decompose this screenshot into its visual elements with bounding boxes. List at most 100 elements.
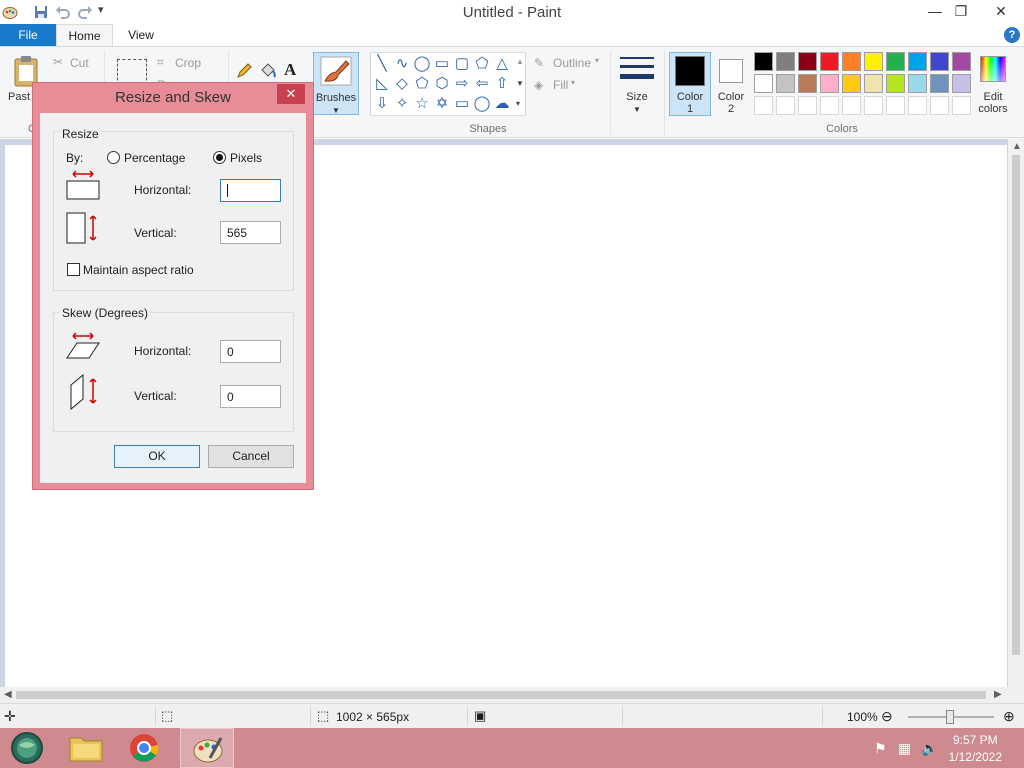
percentage-radio[interactable] <box>107 151 120 164</box>
edit-colors-label-line2[interactable]: colors <box>974 103 1012 116</box>
palette-swatch[interactable] <box>886 52 905 71</box>
vertical-scroll-thumb[interactable] <box>1012 155 1020 655</box>
pixels-radio[interactable] <box>213 151 226 164</box>
cut-button[interactable]: Cut <box>70 56 89 70</box>
fill-dropdown-icon[interactable]: ▾ <box>571 78 575 87</box>
maintain-aspect-ratio-label[interactable]: Maintain aspect ratio <box>83 263 194 277</box>
pixels-label[interactable]: Pixels <box>230 151 262 165</box>
size-icon[interactable] <box>620 55 654 85</box>
diamond-shape-icon[interactable]: ◇ <box>393 75 411 93</box>
ok-button[interactable]: OK <box>114 445 200 468</box>
four-point-star-shape-icon[interactable]: ✧ <box>393 95 411 113</box>
triangle-shape-icon[interactable]: △ <box>493 55 511 73</box>
chrome-button[interactable] <box>118 728 172 768</box>
cloud-callout-shape-icon[interactable]: ☁ <box>493 95 511 113</box>
oval-shape-icon[interactable]: ◯ <box>413 55 431 73</box>
brushes-dropdown-icon[interactable]: ▼ <box>313 104 359 117</box>
palette-swatch[interactable] <box>798 74 817 93</box>
restore-button[interactable]: ❐ <box>946 0 976 22</box>
polygon-shape-icon[interactable]: ⬠ <box>473 55 491 73</box>
outline-button[interactable]: Outline <box>553 56 591 70</box>
palette-swatch[interactable] <box>820 52 839 71</box>
palette-swatch[interactable] <box>952 74 971 93</box>
dialog-close-button[interactable]: ✕ <box>277 84 305 104</box>
palette-swatch[interactable] <box>930 52 949 71</box>
color2-swatch[interactable] <box>719 59 743 83</box>
horizontal-scrollbar[interactable]: ◀ ▶ <box>0 687 1024 703</box>
custom-color-slot[interactable] <box>754 96 773 115</box>
custom-color-slot[interactable] <box>864 96 883 115</box>
custom-color-slot[interactable] <box>842 96 861 115</box>
left-arrow-shape-icon[interactable]: ⇦ <box>473 75 491 93</box>
custom-color-slot[interactable] <box>776 96 795 115</box>
palette-swatch[interactable] <box>842 74 861 93</box>
up-arrow-shape-icon[interactable]: ⇧ <box>493 75 511 93</box>
custom-color-slot[interactable] <box>952 96 971 115</box>
shapes-scroll-down-icon[interactable]: ▼ <box>516 79 524 88</box>
palette-swatch[interactable] <box>908 74 927 93</box>
scroll-right-icon[interactable]: ▶ <box>994 689 1002 700</box>
palette-swatch[interactable] <box>930 74 949 93</box>
down-arrow-shape-icon[interactable]: ⇩ <box>373 95 391 113</box>
line-shape-icon[interactable]: ╲ <box>373 55 391 73</box>
network-icon[interactable]: ▦ <box>898 740 911 757</box>
vertical-scrollbar[interactable]: ▲ <box>1008 139 1024 687</box>
hexagon-shape-icon[interactable]: ⬡ <box>433 75 451 93</box>
scroll-left-icon[interactable]: ◀ <box>4 689 12 700</box>
palette-swatch[interactable] <box>820 74 839 93</box>
color2-label-line2[interactable]: 2 <box>711 103 751 116</box>
palette-swatch[interactable] <box>952 52 971 71</box>
skew-vertical-input[interactable] <box>220 385 281 408</box>
palette-swatch[interactable] <box>754 52 773 71</box>
system-clock[interactable]: 9:57 PM 1/12/2022 <box>949 732 1002 766</box>
tab-file[interactable]: File <box>0 24 56 46</box>
palette-swatch[interactable] <box>754 74 773 93</box>
custom-color-slot[interactable] <box>798 96 817 115</box>
palette-swatch[interactable] <box>908 52 927 71</box>
horizontal-scroll-thumb[interactable] <box>16 691 986 699</box>
right-triangle-shape-icon[interactable]: ◺ <box>373 75 391 93</box>
resize-horizontal-input[interactable] <box>220 179 281 202</box>
pentagon-shape-icon[interactable]: ⬠ <box>413 75 431 93</box>
resize-vertical-input[interactable] <box>220 221 281 244</box>
edit-colors-icon[interactable] <box>980 56 1006 82</box>
zoom-in-icon[interactable]: ⊕ <box>1003 708 1015 725</box>
tab-home[interactable]: Home <box>56 24 113 47</box>
volume-muted-icon[interactable]: 🔈 <box>921 740 938 757</box>
custom-color-slot[interactable] <box>930 96 949 115</box>
action-center-flag-icon[interactable]: ⚑ <box>874 740 887 757</box>
cancel-button[interactable]: Cancel <box>208 445 294 468</box>
fill-bucket-icon[interactable] <box>259 62 277 80</box>
rounded-callout-shape-icon[interactable]: ▭ <box>453 95 471 113</box>
help-icon[interactable]: ? <box>1004 27 1020 43</box>
zoom-out-icon[interactable]: ⊖ <box>881 708 893 725</box>
percentage-label[interactable]: Percentage <box>124 151 185 165</box>
text-tool-icon[interactable]: A <box>284 60 296 80</box>
palette-swatch[interactable] <box>776 74 795 93</box>
palette-swatch[interactable] <box>798 52 817 71</box>
five-point-star-shape-icon[interactable]: ☆ <box>413 95 431 113</box>
custom-color-slot[interactable] <box>908 96 927 115</box>
close-window-button[interactable]: ✕ <box>986 0 1016 22</box>
size-dropdown-icon[interactable]: ▼ <box>617 103 657 116</box>
pencil-icon[interactable] <box>236 63 252 79</box>
custom-color-slot[interactable] <box>886 96 905 115</box>
tab-view[interactable]: View <box>113 24 169 46</box>
zoom-slider-thumb[interactable] <box>946 710 954 724</box>
start-button[interactable] <box>0 728 54 768</box>
maintain-aspect-ratio-checkbox[interactable] <box>67 263 80 276</box>
right-arrow-shape-icon[interactable]: ⇨ <box>453 75 471 93</box>
paint-taskbar-button[interactable] <box>180 728 234 768</box>
rectangle-shape-icon[interactable]: ▭ <box>433 55 451 73</box>
scroll-up-icon[interactable]: ▲ <box>1012 141 1022 152</box>
palette-swatch[interactable] <box>886 74 905 93</box>
oval-callout-shape-icon[interactable]: ◯ <box>473 95 491 113</box>
shapes-scroll-up-icon[interactable]: ▲ <box>516 57 524 66</box>
shapes-more-icon[interactable]: ▾ <box>516 99 520 108</box>
palette-swatch[interactable] <box>842 52 861 71</box>
file-explorer-button[interactable] <box>59 728 113 768</box>
rounded-rectangle-shape-icon[interactable]: ▢ <box>453 55 471 73</box>
six-point-star-shape-icon[interactable]: ✡ <box>433 95 451 113</box>
curve-shape-icon[interactable]: ∿ <box>393 55 411 73</box>
outline-dropdown-icon[interactable]: ▾ <box>595 56 599 65</box>
